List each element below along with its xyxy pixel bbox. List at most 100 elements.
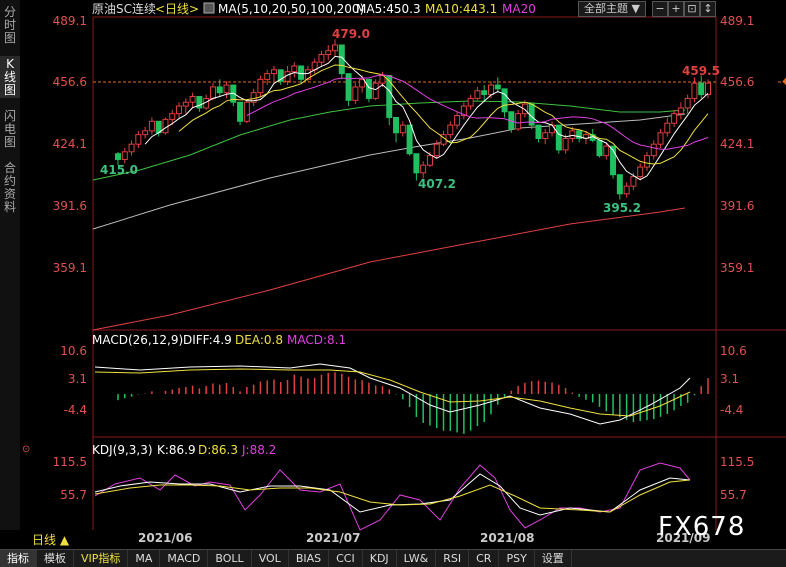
macd-tick: -4.4: [64, 403, 87, 417]
indicator-tab[interactable]: MA: [128, 550, 161, 567]
indicator-tab[interactable]: KDJ: [363, 550, 397, 567]
candle: [128, 143, 135, 153]
kdj-k: K:86.9: [157, 443, 196, 457]
macd-value: MACD:8.1: [287, 333, 346, 347]
zoom-in-button[interactable]: +: [668, 1, 684, 17]
candle: [393, 116, 400, 134]
recent-high-label: 459.5: [682, 64, 720, 78]
candle: [630, 176, 637, 187]
macd-tick: 3.1: [720, 372, 739, 386]
period-label: <日线>: [155, 2, 199, 16]
kdj-tick: 55.7: [60, 488, 87, 502]
candle: [698, 82, 705, 96]
price-tick: 359.1: [720, 261, 754, 275]
current-price-arrow: ◆: [782, 76, 786, 87]
candle: [386, 75, 393, 118]
candle: [420, 164, 427, 174]
candle: [223, 84, 230, 94]
indicator-tab[interactable]: 模板: [37, 550, 74, 567]
x-label: 2021/07: [306, 531, 360, 545]
candle: [569, 130, 576, 139]
period-tab[interactable]: 日线 ▲: [32, 531, 69, 548]
candle: [643, 155, 650, 168]
symbol-title: 原油SC连续: [92, 1, 156, 16]
sidebar-tab-contract[interactable]: 合约资料: [0, 160, 20, 216]
indicator-tab[interactable]: LW&: [397, 550, 437, 567]
ma-legend: MA(5,10,20,50,100,200): [218, 2, 364, 16]
candle: [467, 97, 474, 107]
x-label: 2021/06: [138, 531, 192, 545]
kdj-settings-icon[interactable]: ⊙: [22, 444, 30, 455]
price-tick: 489.1: [53, 14, 87, 28]
candle: [413, 153, 420, 174]
indicator-tab[interactable]: 设置: [535, 550, 572, 567]
candle: [209, 86, 216, 99]
candle: [474, 90, 481, 99]
watermark-logo: FX678: [658, 512, 746, 542]
ma20-value: MA20: [502, 2, 536, 16]
candle: [549, 124, 556, 134]
candle: [684, 97, 691, 109]
indicator-tab[interactable]: CCI: [329, 550, 363, 567]
candle: [318, 54, 325, 63]
zoom-out-button[interactable]: −: [652, 1, 668, 17]
indicator-tab[interactable]: VIP指标: [74, 550, 129, 567]
candle: [535, 124, 542, 139]
candle: [657, 132, 664, 145]
indicator-tab[interactable]: BOLL: [208, 550, 252, 567]
indicator-tab[interactable]: VOL: [252, 550, 289, 567]
candle: [515, 113, 522, 130]
candle: [426, 155, 433, 166]
price-tick: 391.6: [720, 199, 754, 213]
indicator-tab[interactable]: RSI: [436, 550, 470, 567]
indicator-tab[interactable]: MACD: [160, 550, 209, 567]
macd-dea: DEA:0.8: [235, 333, 283, 347]
candle: [481, 90, 488, 96]
candle: [189, 95, 196, 103]
candle: [454, 115, 461, 126]
candle: [596, 139, 603, 157]
candle: [142, 130, 149, 136]
candle: [494, 84, 501, 90]
candle: [115, 153, 121, 160]
indicator-tabbar: 指标 模板 VIP指标 MA MACD BOLL VOL BIAS CCI KDJ LW& RSI CR…: [0, 549, 786, 567]
candle: [216, 86, 223, 94]
theme-select[interactable]: 全部主题 ▼: [578, 1, 646, 17]
indicator-tab[interactable]: PSY: [499, 550, 535, 567]
chevron-down-icon: ▼: [631, 2, 640, 15]
kdj-d: D:86.3: [198, 443, 238, 457]
price-tick: 489.1: [720, 14, 754, 28]
candle: [182, 101, 189, 107]
candle: [365, 78, 372, 99]
sidebar-tab-timeshare[interactable]: 分时图: [0, 4, 20, 46]
candle: [603, 145, 610, 157]
price-tick: 391.6: [53, 199, 87, 213]
indicator-tab[interactable]: BIAS: [289, 550, 330, 567]
sidebar-tab-flash[interactable]: 闪电图: [0, 108, 20, 150]
settings-button[interactable]: ⊡: [684, 1, 700, 17]
ma5-value: MA5:450.3: [356, 2, 421, 16]
kdj-tick: 115.5: [53, 455, 87, 469]
candle: [542, 132, 549, 139]
candle: [257, 78, 264, 94]
macd-tick: 10.6: [60, 344, 87, 358]
sidebar-tab-kline[interactable]: K线图: [0, 56, 20, 98]
macd-label: MACD(26,12,9): [92, 333, 183, 347]
low2-label: 407.2: [418, 177, 456, 191]
candle: [264, 73, 271, 80]
kdj-tick: 115.5: [720, 455, 754, 469]
candle: [291, 65, 298, 73]
kdj-j: J:88.2: [241, 443, 276, 457]
candle: [691, 82, 698, 99]
kdj-tick: 55.7: [720, 488, 747, 502]
current-price-label: 456.6: [720, 75, 754, 89]
price-tick: 456.6: [53, 75, 87, 89]
expand-button[interactable]: ↕: [700, 1, 716, 17]
candle: [705, 82, 711, 96]
kline-chart[interactable]: 原油SC连续 <日线> MA(5,10,20,50,100,200) MA5:4…: [20, 0, 786, 549]
low3-label: 395.2: [603, 201, 641, 215]
candle: [406, 124, 413, 155]
candle: [501, 88, 508, 113]
indicator-tab[interactable]: 指标: [0, 550, 37, 567]
indicator-tab[interactable]: CR: [469, 550, 500, 567]
